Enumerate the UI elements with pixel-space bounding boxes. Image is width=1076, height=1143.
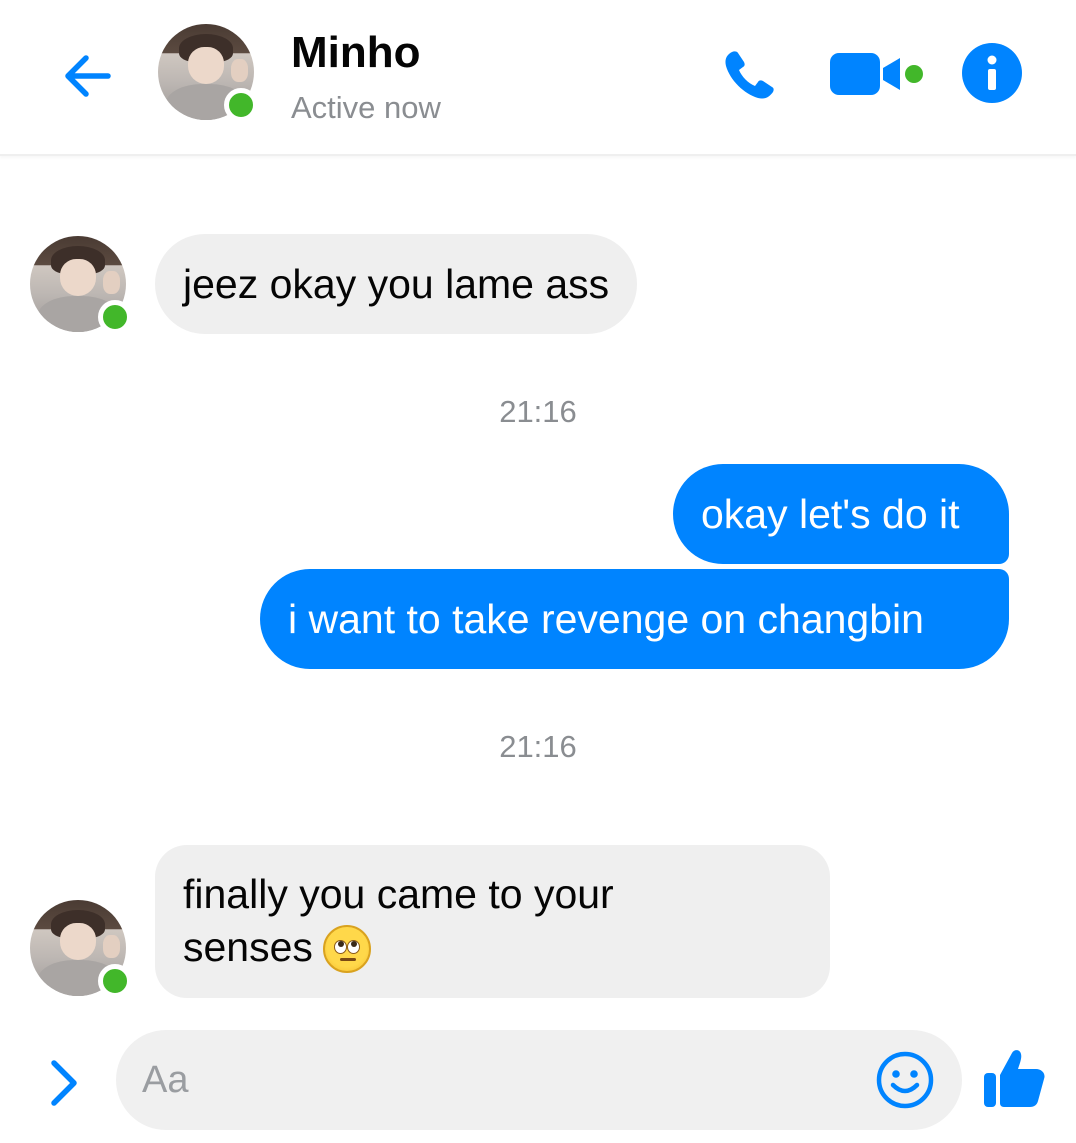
voice-call-button[interactable] <box>718 44 782 104</box>
message-text-line: finally you came to your <box>183 871 614 918</box>
message-input[interactable] <box>142 1056 862 1104</box>
message-text: jeez okay you lame ass <box>183 260 610 307</box>
sender-avatar[interactable] <box>30 900 132 998</box>
message-timestamp: 21:16 <box>499 394 577 429</box>
online-indicator <box>224 88 258 122</box>
message-text-line: senses <box>183 921 371 974</box>
outgoing-message-bubble[interactable]: i want to take revenge on changbin <box>260 569 1009 669</box>
sender-avatar[interactable] <box>30 236 132 334</box>
message-text: okay let's do it <box>701 490 960 537</box>
expand-actions-button[interactable] <box>40 1055 88 1111</box>
smiley-icon <box>876 1051 934 1109</box>
chevron-right-icon <box>51 1060 77 1106</box>
online-indicator <box>98 300 132 334</box>
presence-status: Active now <box>291 90 441 125</box>
thumbs-up-icon <box>984 1050 1045 1107</box>
message-composer <box>116 1030 962 1130</box>
message-timestamp: 21:16 <box>499 729 577 764</box>
incoming-message-bubble[interactable]: jeez okay you lame ass <box>155 234 638 334</box>
contact-name[interactable]: Minho <box>291 28 421 78</box>
back-button[interactable] <box>56 46 120 106</box>
emoji-button[interactable] <box>875 1050 935 1110</box>
video-camera-icon <box>830 53 923 95</box>
face-with-rolling-eyes-icon <box>322 924 371 973</box>
conversation-header: Minho Active now <box>0 0 1076 156</box>
arrow-left-icon <box>65 55 111 97</box>
video-call-button[interactable] <box>828 50 928 98</box>
info-button[interactable] <box>961 42 1023 104</box>
message-text: senses <box>183 924 313 971</box>
like-button[interactable] <box>980 1043 1050 1113</box>
online-indicator <box>98 964 132 998</box>
info-icon <box>962 43 1022 103</box>
phone-icon <box>725 51 774 99</box>
contact-avatar[interactable] <box>158 24 258 122</box>
incoming-message-bubble[interactable]: finally you came to your senses <box>155 845 830 998</box>
message-text: i want to take revenge on changbin <box>288 595 924 642</box>
outgoing-message-bubble[interactable]: okay let's do it <box>673 464 1009 564</box>
